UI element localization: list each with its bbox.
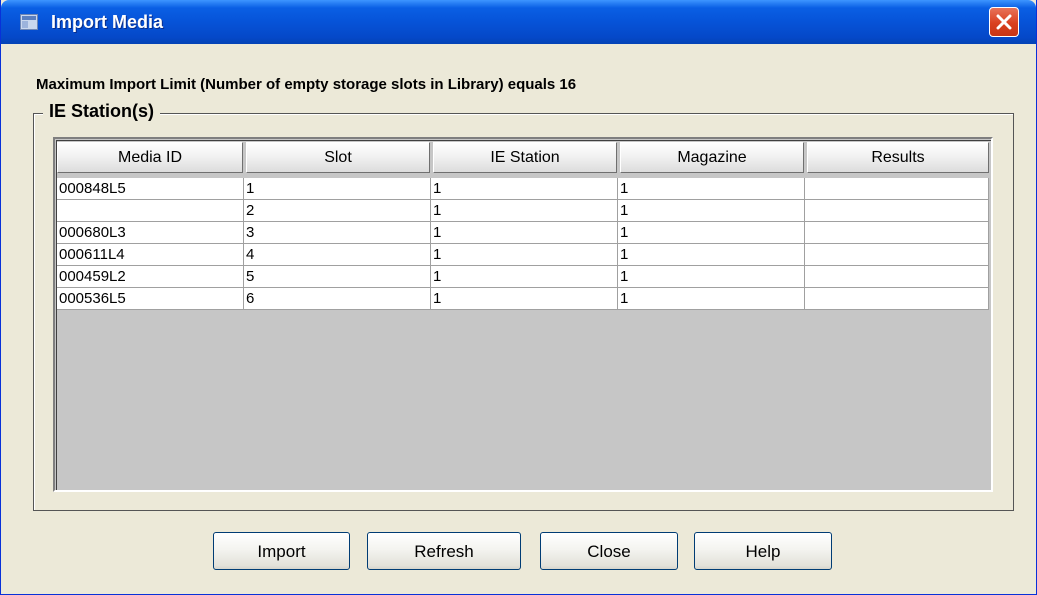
cell-slot: 3 [244, 222, 431, 244]
cell-slot: 6 [244, 288, 431, 310]
cell-media-id [57, 200, 244, 222]
cell-ie-station: 1 [431, 222, 618, 244]
cell-results [805, 288, 989, 310]
app-window-icon [20, 14, 38, 30]
cell-magazine: 1 [618, 288, 805, 310]
cell-magazine: 1 [618, 222, 805, 244]
table-row[interactable]: 000611L4 4 1 1 [57, 244, 989, 266]
cell-results [805, 244, 989, 266]
cell-magazine: 1 [618, 178, 805, 200]
title-bar[interactable]: Import Media [1, 0, 1036, 44]
ie-station-group-title: IE Station(s) [43, 100, 161, 122]
table-row[interactable]: 000536L5 6 1 1 [57, 288, 989, 310]
column-header-results[interactable]: Results [807, 142, 989, 173]
close-window-button[interactable] [989, 7, 1019, 37]
cell-ie-station: 1 [431, 178, 618, 200]
cell-slot: 4 [244, 244, 431, 266]
cell-ie-station: 1 [431, 200, 618, 222]
cell-media-id: 000680L3 [57, 222, 244, 244]
cell-media-id: 000459L2 [57, 266, 244, 288]
close-button[interactable]: Close [540, 532, 678, 570]
cell-magazine: 1 [618, 200, 805, 222]
table-row[interactable]: 000459L2 5 1 1 [57, 266, 989, 288]
cell-slot: 5 [244, 266, 431, 288]
import-button[interactable]: Import [213, 532, 350, 570]
media-table: Media ID Slot IE Station Magazine Result… [53, 137, 993, 492]
cell-ie-station: 1 [431, 288, 618, 310]
cell-results [805, 178, 989, 200]
cell-results [805, 200, 989, 222]
window-title: Import Media [51, 12, 164, 32]
help-button[interactable]: Help [694, 532, 832, 570]
cell-results [805, 266, 989, 288]
column-header-magazine[interactable]: Magazine [620, 142, 804, 173]
column-header-ie-station[interactable]: IE Station [433, 142, 617, 173]
cell-media-id: 000536L5 [57, 288, 244, 310]
cell-media-id: 000848L5 [57, 178, 244, 200]
cell-magazine: 1 [618, 244, 805, 266]
table-row[interactable]: 000680L3 3 1 1 [57, 222, 989, 244]
cell-ie-station: 1 [431, 244, 618, 266]
table-header: Media ID Slot IE Station Magazine Result… [57, 142, 989, 175]
import-limit-text: Maximum Import Limit (Number of empty st… [36, 76, 577, 93]
import-media-dialog: Import Media Maximum Import Limit (Numbe… [0, 0, 1037, 595]
cell-ie-station: 1 [431, 266, 618, 288]
cell-magazine: 1 [618, 266, 805, 288]
cell-slot: 2 [244, 200, 431, 222]
cell-media-id: 000611L4 [57, 244, 244, 266]
column-header-media-id[interactable]: Media ID [57, 142, 243, 173]
cell-slot: 1 [244, 178, 431, 200]
table-row[interactable]: 2 1 1 [57, 200, 989, 222]
column-header-slot[interactable]: Slot [246, 142, 430, 173]
cell-results [805, 222, 989, 244]
refresh-button[interactable]: Refresh [367, 532, 521, 570]
table-row[interactable]: 000848L5 1 1 1 [57, 178, 989, 200]
